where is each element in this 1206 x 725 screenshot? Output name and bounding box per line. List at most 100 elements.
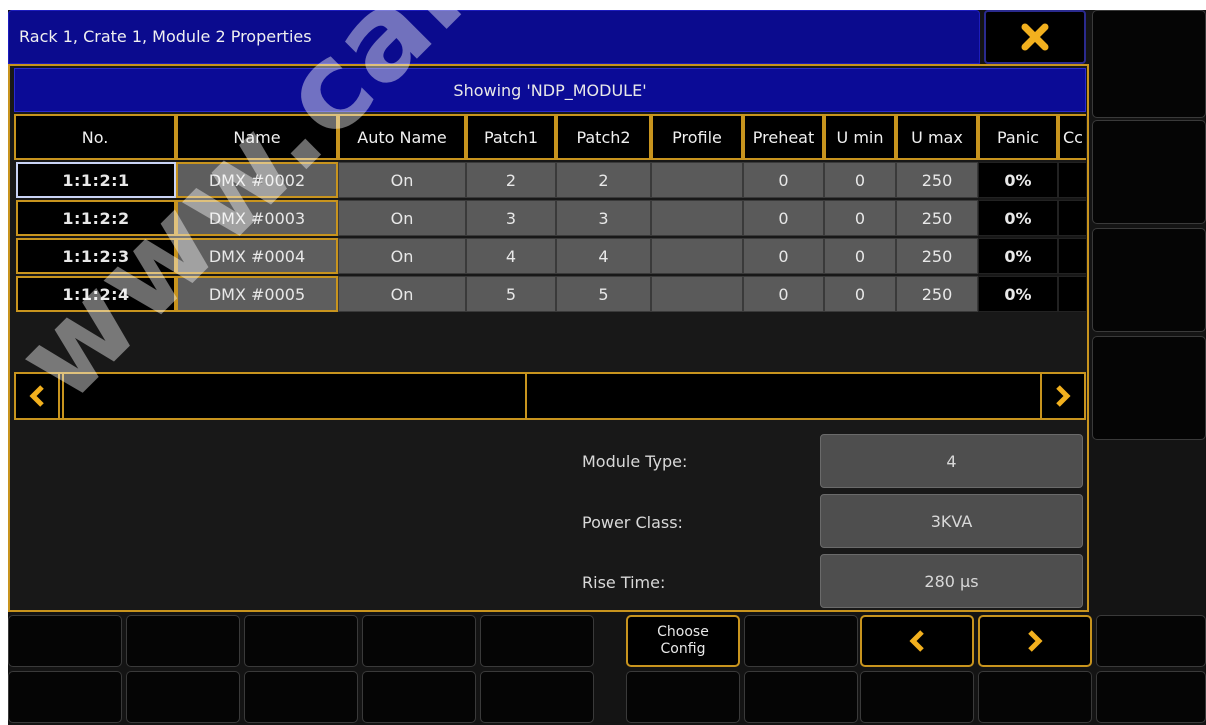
cell-auto-name[interactable]: On (338, 276, 466, 312)
cell-patch2[interactable]: 3 (556, 200, 651, 236)
cell-patch2[interactable]: 2 (556, 162, 651, 198)
col-header-preheat[interactable]: Preheat (743, 114, 824, 160)
bottom-button[interactable] (744, 615, 858, 667)
cell-cc[interactable] (1058, 200, 1086, 236)
cell-cc[interactable] (1058, 276, 1086, 312)
cell-no[interactable]: 1:1:2:4 (16, 276, 176, 312)
col-header-name[interactable]: Name (176, 114, 338, 160)
cell-panic[interactable]: 0% (978, 238, 1058, 274)
bottom-button[interactable] (744, 671, 858, 723)
cell-umin[interactable]: 0 (824, 276, 896, 312)
next-button[interactable] (978, 615, 1092, 667)
cell-preheat[interactable]: 0 (743, 276, 824, 312)
bottom-button[interactable] (626, 671, 740, 723)
previous-button[interactable] (860, 615, 974, 667)
module-type-label: Module Type: (582, 452, 688, 471)
cell-umax[interactable]: 250 (896, 162, 978, 198)
chevron-left-icon (29, 385, 44, 407)
choose-config-button[interactable]: Choose Config (626, 615, 740, 667)
cell-panic[interactable]: 0% (978, 162, 1058, 198)
cell-patch1[interactable]: 5 (466, 276, 556, 312)
window-title: Rack 1, Crate 1, Module 2 Properties (19, 27, 312, 46)
bottom-button[interactable] (126, 615, 240, 667)
bottom-button[interactable] (126, 671, 240, 723)
cell-umin[interactable]: 0 (824, 238, 896, 274)
cell-auto-name[interactable]: On (338, 238, 466, 274)
cell-patch1[interactable]: 3 (466, 200, 556, 236)
cell-name[interactable]: DMX #0004 (176, 238, 338, 274)
col-header-panic[interactable]: Panic (978, 114, 1058, 160)
bottom-button[interactable] (362, 671, 476, 723)
bottom-button[interactable] (860, 671, 974, 723)
cell-cc[interactable] (1058, 238, 1086, 274)
screen: Rack 1, Crate 1, Module 2 Properties Sho… (8, 10, 1206, 725)
cell-umax[interactable]: 250 (896, 276, 978, 312)
bottom-button[interactable] (244, 671, 358, 723)
cell-name[interactable]: DMX #0005 (176, 276, 338, 312)
choose-config-label: Choose Config (657, 624, 709, 657)
cell-patch1[interactable]: 2 (466, 162, 556, 198)
cell-name[interactable]: DMX #0003 (176, 200, 338, 236)
col-header-umin[interactable]: U min (824, 114, 896, 160)
cell-no[interactable]: 1:1:2:3 (16, 238, 176, 274)
col-header-auto-name[interactable]: Auto Name (338, 114, 466, 160)
cell-preheat[interactable]: 0 (743, 200, 824, 236)
cell-preheat[interactable]: 0 (743, 238, 824, 274)
cell-no[interactable]: 1:1:2:2 (16, 200, 176, 236)
module-type-field[interactable]: 4 (820, 434, 1083, 488)
scroll-right-button[interactable] (1040, 372, 1086, 420)
cell-patch1[interactable]: 4 (466, 238, 556, 274)
side-button-3[interactable] (1092, 228, 1206, 332)
close-icon (1021, 23, 1049, 51)
cell-profile[interactable] (651, 238, 743, 274)
close-button[interactable] (984, 10, 1086, 64)
cell-patch2[interactable]: 4 (556, 238, 651, 274)
cell-auto-name[interactable]: On (338, 162, 466, 198)
scroll-left-button[interactable] (14, 372, 60, 420)
cell-umin[interactable]: 0 (824, 200, 896, 236)
rise-time-label: Rise Time: (582, 573, 666, 592)
cell-patch2[interactable]: 5 (556, 276, 651, 312)
side-button-2[interactable] (1092, 120, 1206, 224)
col-header-cc[interactable]: Cc (1058, 114, 1086, 160)
bottom-button[interactable] (1096, 615, 1206, 667)
chevron-left-icon (909, 630, 924, 652)
scrollbar-thumb[interactable] (62, 372, 527, 420)
cell-panic[interactable]: 0% (978, 200, 1058, 236)
chevron-right-icon (1028, 630, 1043, 652)
col-header-no[interactable]: No. (14, 114, 176, 160)
col-header-profile[interactable]: Profile (651, 114, 743, 160)
cell-auto-name[interactable]: On (338, 200, 466, 236)
side-button-1[interactable] (1092, 10, 1206, 118)
horizontal-scrollbar[interactable] (14, 372, 1086, 420)
power-class-field[interactable]: 3KVA (820, 494, 1083, 548)
bottom-button[interactable] (362, 615, 476, 667)
cell-profile[interactable] (651, 276, 743, 312)
power-class-label: Power Class: (582, 513, 683, 532)
cell-profile[interactable] (651, 200, 743, 236)
bottom-button[interactable] (1096, 671, 1206, 723)
bottom-button[interactable] (978, 671, 1092, 723)
cell-umax[interactable]: 250 (896, 200, 978, 236)
rise-time-field[interactable]: 280 µs (820, 554, 1083, 608)
bottom-button[interactable] (8, 671, 122, 723)
bottom-button[interactable] (244, 615, 358, 667)
showing-label: Showing 'NDP_MODULE' (453, 80, 647, 100)
cell-cc[interactable] (1058, 162, 1086, 198)
cell-panic[interactable]: 0% (978, 276, 1058, 312)
cell-umin[interactable]: 0 (824, 162, 896, 198)
bottom-button[interactable] (480, 615, 594, 667)
cell-profile[interactable] (651, 162, 743, 198)
col-header-umax[interactable]: U max (896, 114, 978, 160)
cell-preheat[interactable]: 0 (743, 162, 824, 198)
bottom-button[interactable] (480, 671, 594, 723)
side-button-4[interactable] (1092, 336, 1206, 440)
showing-bar: Showing 'NDP_MODULE' (14, 68, 1086, 112)
cell-name[interactable]: DMX #0002 (176, 162, 338, 198)
bottom-button[interactable] (8, 615, 122, 667)
title-bar: Rack 1, Crate 1, Module 2 Properties (8, 10, 980, 64)
col-header-patch2[interactable]: Patch2 (556, 114, 651, 160)
col-header-patch1[interactable]: Patch1 (466, 114, 556, 160)
cell-umax[interactable]: 250 (896, 238, 978, 274)
cell-no[interactable]: 1:1:2:1 (16, 162, 176, 198)
